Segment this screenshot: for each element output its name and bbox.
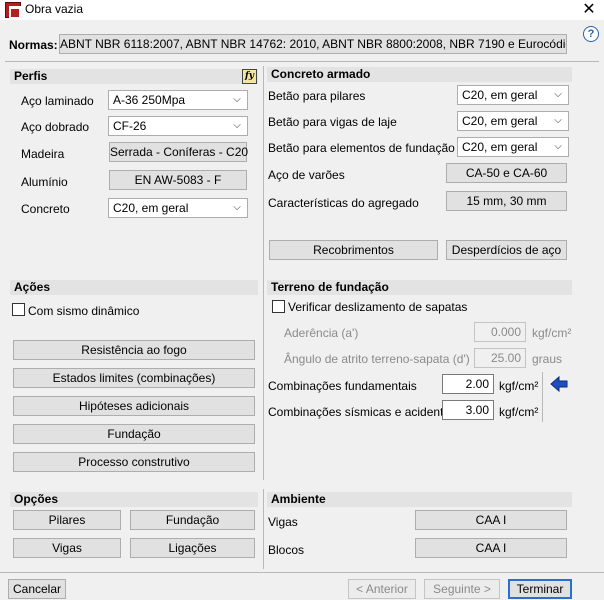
- betao-pilares-label: Betão para pilares: [268, 89, 366, 103]
- ambiente-header: Ambiente: [267, 492, 572, 507]
- verificar-checkbox[interactable]: [272, 300, 285, 313]
- pilares-button[interactable]: Pilares: [13, 510, 121, 530]
- angulo-label: Ângulo de atrito terreno-sapata (d'): [284, 352, 470, 366]
- help-icon[interactable]: ?: [583, 26, 599, 42]
- resistencia-fogo-button[interactable]: Resistência ao fogo: [13, 340, 255, 360]
- perfis-header: Perfis: [10, 69, 258, 84]
- divider-vertical: [263, 66, 264, 480]
- next-button[interactable]: Seguinte >: [424, 579, 500, 599]
- verificar-label: Verificar deslizamento de sapatas: [288, 300, 468, 314]
- comb-fund-label: Combinações fundamentais: [268, 379, 417, 393]
- madeira-label: Madeira: [21, 147, 65, 161]
- fundacao-button[interactable]: Fundação: [13, 424, 255, 444]
- ambiente-vigas-label: Vigas: [268, 515, 298, 529]
- agregado-label: Características do agregado: [268, 196, 419, 210]
- prev-button[interactable]: < Anterior: [348, 579, 416, 599]
- ambiente-vigas-button[interactable]: CAA I: [415, 510, 567, 530]
- finish-button[interactable]: Terminar: [508, 579, 572, 599]
- aderencia-label: Aderência (a'): [284, 326, 359, 340]
- comb-sism-label: Combinações sísmicas e acidentais: [268, 405, 459, 419]
- betao-fundacao-label: Betão para elementos de fundação: [268, 141, 455, 155]
- aco-varoes-label: Aço de varões: [268, 168, 345, 182]
- aluminio-button[interactable]: EN AW-5083 - F: [109, 170, 247, 190]
- ligacoes-button[interactable]: Ligações: [130, 538, 255, 558]
- concreto-armado-header: Concreto armado: [267, 67, 572, 82]
- chevron-down-icon: ⌵: [233, 202, 241, 213]
- normas-button[interactable]: ABNT NBR 6118:2007, ABNT NBR 14762: 2010…: [59, 34, 567, 54]
- bracket-line: [542, 372, 543, 422]
- comb-sism-input[interactable]: 3.00: [442, 400, 494, 420]
- acoes-header: Ações: [10, 280, 258, 295]
- close-icon[interactable]: ✕: [578, 0, 600, 20]
- opcoes-fundacao-button[interactable]: Fundação: [130, 510, 255, 530]
- chevron-down-icon: ⌵: [554, 141, 562, 152]
- aco-varoes-button[interactable]: CA-50 e CA-60: [446, 163, 567, 183]
- normas-label: Normas:: [9, 38, 58, 52]
- concreto-select[interactable]: C20, em geral ⌵: [108, 198, 248, 218]
- concreto-label: Concreto: [21, 202, 70, 216]
- ambiente-blocos-label: Blocos: [268, 543, 305, 557]
- madeira-button[interactable]: Serrada - Coníferas - C20: [109, 142, 248, 162]
- aco-dobrado-select[interactable]: CF-26 ⌵: [108, 116, 248, 136]
- terreno-header: Terreno de fundação: [267, 280, 572, 295]
- estados-limites-button[interactable]: Estados limites (combinações): [13, 368, 255, 388]
- agregado-button[interactable]: 15 mm, 30 mm: [446, 191, 567, 211]
- ambiente-blocos-button[interactable]: CAA I: [415, 538, 567, 558]
- betao-pilares-select[interactable]: C20, em geral ⌵: [457, 85, 569, 105]
- opcoes-header: Opções: [10, 492, 258, 507]
- app-icon: [5, 2, 21, 19]
- chevron-down-icon: ⌵: [554, 115, 562, 126]
- hipoteses-button[interactable]: Hipóteses adicionais: [13, 396, 255, 416]
- aco-laminado-label: Aço laminado: [21, 94, 94, 108]
- aco-laminado-select[interactable]: A-36 250Mpa ⌵: [108, 90, 248, 110]
- betao-vigas-select[interactable]: C20, em geral ⌵: [457, 111, 569, 131]
- separator: [5, 61, 599, 62]
- processo-button[interactable]: Processo construtivo: [13, 452, 255, 472]
- aco-dobrado-label: Aço dobrado: [21, 120, 90, 134]
- betao-vigas-label: Betão para vigas de laje: [268, 115, 397, 129]
- sismo-label: Com sismo dinâmico: [28, 304, 140, 318]
- aluminio-label: Alumínio: [21, 175, 68, 189]
- fy-icon[interactable]: fy: [242, 69, 257, 84]
- cancel-button[interactable]: Cancelar: [8, 579, 66, 599]
- betao-fundacao-select[interactable]: C20, em geral ⌵: [457, 137, 569, 157]
- chevron-down-icon: ⌵: [233, 120, 241, 131]
- aderencia-input[interactable]: 0.000: [474, 322, 526, 342]
- sismo-checkbox[interactable]: [12, 303, 25, 316]
- comb-fund-input[interactable]: 2.00: [442, 374, 494, 394]
- comb-sism-unit: kgf/cm²: [499, 405, 539, 419]
- divider-vertical-bottom: [263, 489, 264, 569]
- comb-fund-unit: kgf/cm²: [499, 379, 539, 393]
- angulo-input[interactable]: 25.00: [474, 348, 526, 368]
- title-bar: [0, 0, 604, 20]
- window-title: Obra vazia: [25, 2, 84, 16]
- footer-separator: [0, 572, 604, 573]
- desperdicios-button[interactable]: Desperdícios de aço: [446, 240, 567, 260]
- aderencia-unit: kgf/cm²: [532, 326, 572, 340]
- recobrimentos-button[interactable]: Recobrimentos: [269, 240, 438, 260]
- arrow-left-icon[interactable]: [549, 374, 569, 394]
- vigas-button[interactable]: Vigas: [13, 538, 121, 558]
- angulo-unit: graus: [532, 352, 563, 366]
- chevron-down-icon: ⌵: [233, 94, 241, 105]
- chevron-down-icon: ⌵: [554, 89, 562, 100]
